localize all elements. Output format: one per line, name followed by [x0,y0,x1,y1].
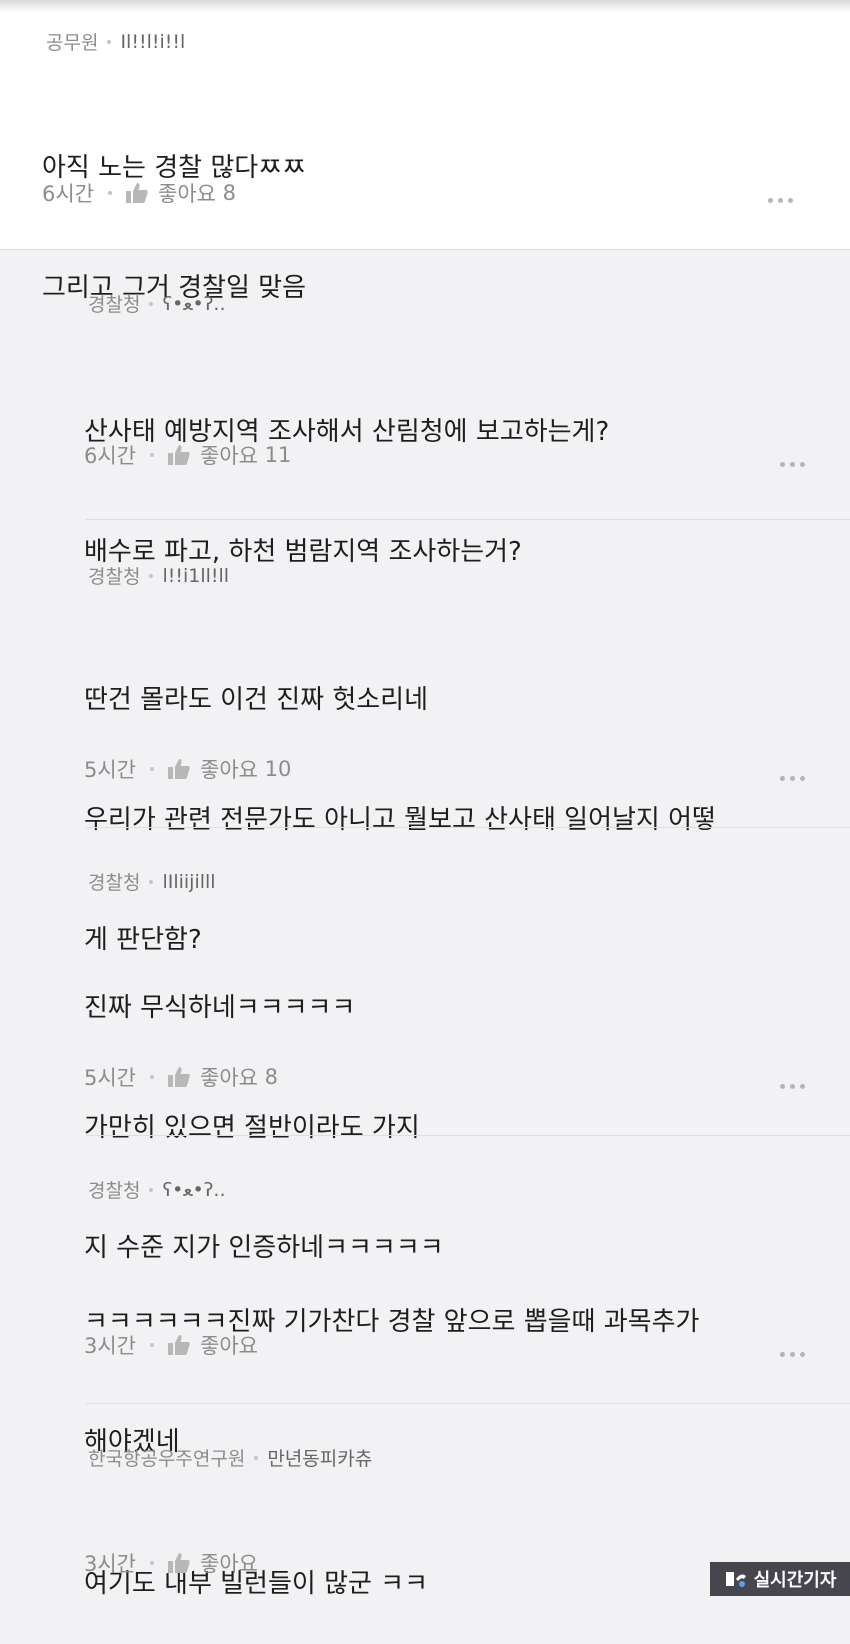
separator-dot [150,1075,155,1079]
separator-dot [150,1343,155,1347]
reply-time: 3시간 [84,1552,137,1576]
separator-dot [150,1561,155,1565]
like-label: 좋아요 [200,1552,258,1576]
thumbs-up-icon [126,183,148,203]
reply-line: 가만히 있으면 절반이라도 가지 [84,1113,420,1143]
dot [800,776,805,781]
like-button[interactable]: 좋아요 [168,1330,258,1360]
dot [780,1084,785,1089]
reply-line: 우리가 관련 전문가도 아니고 뭘보고 산사태 일어날지 어떻 [84,805,716,835]
reply-line: 진짜 무식하네ㅋㅋㅋㅋㅋ [84,993,356,1023]
reply-divider [86,827,850,828]
more-options-button[interactable] [780,1352,805,1357]
reply-footer: 5시간 좋아요 8 [84,1062,278,1092]
thumbs-up-icon [168,1067,190,1087]
dot [800,1084,805,1089]
reply-author[interactable]: 경찰청 lIliijilll [88,868,216,895]
separator-dot [150,453,155,457]
dot [780,1352,785,1357]
like-button[interactable]: 좋아요 10 [168,754,291,784]
like-count: 11 [264,443,292,467]
reply-footer: 5시간 좋아요 10 [84,754,291,784]
dot [800,462,805,467]
separator-dot [150,767,155,771]
dot [778,198,783,203]
thumbs-up-icon [168,1335,190,1355]
reply-footer: 3시간 좋아요 [84,1548,258,1578]
like-label: 좋아요 [158,182,216,206]
dot [768,198,773,203]
dot [788,198,793,203]
dot [780,462,785,467]
reply-line: 딴건 몰라도 이건 진짜 헛소리네 [84,685,429,715]
watermark-logo-icon [725,1572,746,1587]
author-nickname: Il!!l!i!!l [120,30,186,53]
more-options-button[interactable] [780,776,805,781]
thumbs-up-icon [168,445,190,465]
like-button[interactable]: 좋아요 11 [168,440,291,470]
separator-dot [108,191,113,195]
dot [790,776,795,781]
comment-time: 6시간 [42,182,95,206]
author-nickname: l!!i1ll!ll [162,564,230,587]
like-label: 좋아요 [200,444,258,468]
watermark-text: 실시간기자 [753,1570,837,1591]
like-label: 좋아요 [200,1334,258,1358]
reply-author[interactable]: 경찰청 l!!i1ll!ll [88,562,229,589]
author-nickname: 만년동피카츄 [267,1448,373,1470]
reply-divider [86,1135,850,1136]
author-nickname: lIliijilll [162,870,216,893]
top-edge-shadow [0,0,850,12]
dot [790,1084,795,1089]
dot [800,1352,805,1357]
like-count: 8 [264,1065,279,1089]
more-options-button[interactable] [780,1084,805,1089]
like-button[interactable]: 좋아요 8 [126,178,236,208]
watermark: 실시간기자 [710,1562,850,1596]
reply-author[interactable]: 경찰청 ʕ•ﻌ•ʔ.. [88,1176,226,1203]
dot [790,1352,795,1357]
comment-author[interactable]: 공무원 Il!!l!i!!l [46,28,185,55]
author-nickname: ʕ•ﻌ•ʔ.. [162,292,226,315]
author-org: 공무원 [46,32,99,54]
author-org: 경찰청 [88,566,141,588]
more-options-button[interactable] [780,462,805,467]
thumbs-up-icon [168,1553,190,1573]
like-count: 8 [222,181,237,205]
reply-footer: 6시간 좋아요 11 [84,440,291,470]
like-label: 좋아요 [200,1066,258,1090]
reply-time: 3시간 [84,1334,137,1358]
author-org: 경찰청 [88,294,141,316]
reply-time: 5시간 [84,1066,137,1090]
separator-dot [149,1187,154,1192]
reply-time: 6시간 [84,444,137,468]
separator-dot [254,1455,259,1460]
separator-dot [149,301,154,306]
reply-author[interactable]: 한국항공우주연구원 만년동피카츄 [88,1444,372,1471]
comment-footer: 6시간 좋아요 8 [42,178,236,208]
dot [790,462,795,467]
reply-divider [86,1403,850,1404]
like-label: 좋아요 [200,758,258,782]
reply-author[interactable]: 경찰청 ʕ•ﻌ•ʔ.. [88,290,226,317]
like-button[interactable]: 좋아요 [168,1548,258,1578]
like-button[interactable]: 좋아요 8 [168,1062,278,1092]
like-count: 10 [264,757,292,781]
more-options-button[interactable] [768,198,793,203]
reply-time: 5시간 [84,758,137,782]
separator-dot [149,573,154,578]
author-org: 경찰청 [88,1180,141,1202]
author-org: 경찰청 [88,872,141,894]
reply-divider [86,519,850,520]
separator-dot [149,879,154,884]
author-nickname: ʕ•ﻌ•ʔ.. [162,1178,226,1201]
thumbs-up-icon [168,759,190,779]
author-org: 한국항공우주연구원 [88,1448,246,1470]
reply-footer: 3시간 좋아요 [84,1330,258,1360]
dot [780,776,785,781]
separator-dot [107,39,112,44]
